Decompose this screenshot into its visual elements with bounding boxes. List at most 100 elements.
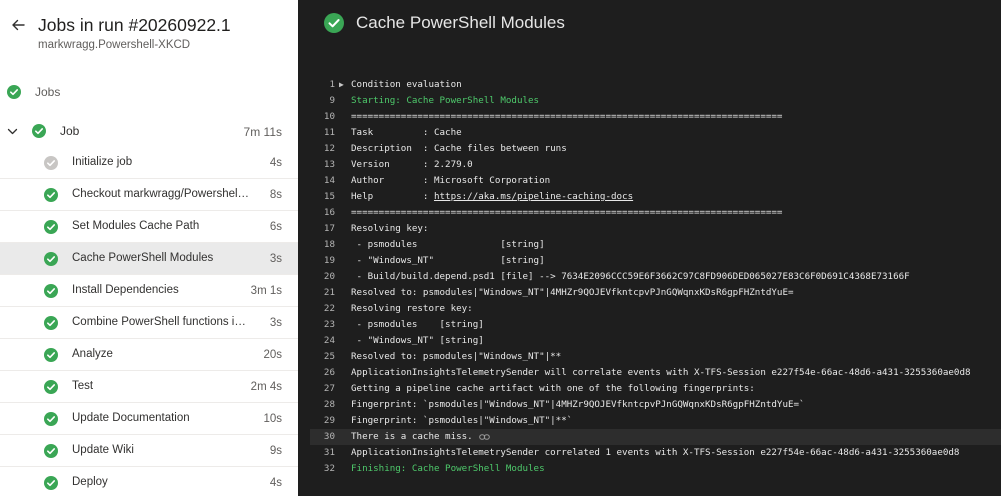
log-line[interactable]: 9 Starting: Cache PowerShell Modules — [310, 93, 1001, 109]
line-number[interactable]: 9 — [310, 93, 335, 109]
log-line[interactable]: 17 Resolving key: — [310, 221, 1001, 237]
back-arrow-icon[interactable] — [9, 16, 27, 34]
log-text: ApplicationInsightsTelemetrySender will … — [351, 365, 971, 381]
step-row[interactable]: Cache PowerShell Modules 3s — [0, 243, 298, 275]
log-line[interactable]: 18 - psmodules [string] — [310, 237, 1001, 253]
line-number[interactable]: 11 — [310, 125, 335, 141]
log-line[interactable]: 19 - "Windows_NT" [string] — [310, 253, 1001, 269]
success-check-icon — [32, 124, 46, 143]
log-text: Resolved to: psmodules|"Windows_NT"|** — [351, 349, 561, 365]
line-number[interactable]: 26 — [310, 365, 335, 381]
line-number[interactable]: 15 — [310, 189, 335, 205]
line-number[interactable]: 32 — [310, 461, 335, 477]
line-number[interactable]: 14 — [310, 173, 335, 189]
log-text: ========================================… — [351, 109, 782, 125]
step-row[interactable]: Update Wiki 9s — [0, 435, 298, 467]
log-line[interactable]: 27 Getting a pipeline cache artifact with… — [310, 381, 1001, 397]
step-row[interactable]: Set Modules Cache Path 6s — [0, 211, 298, 243]
step-name: Analyze — [72, 348, 113, 360]
success-check-icon — [44, 252, 58, 271]
job-row[interactable]: Job 7m 11s — [0, 115, 298, 147]
log-line[interactable]: 26 ApplicationInsightsTelemetrySender wil… — [310, 365, 1001, 381]
help-link[interactable]: https://aka.ms/pipeline-caching-docs — [434, 191, 633, 202]
line-number[interactable]: 24 — [310, 333, 335, 349]
step-row[interactable]: Test 2m 4s — [0, 371, 298, 403]
log-line[interactable]: 30 There is a cache miss. — [310, 429, 1001, 445]
log-line[interactable]: 13 Version : 2.279.0 — [310, 157, 1001, 173]
log-text: Fingerprint: `psmodules|"Windows_NT"|4MH… — [351, 397, 805, 413]
step-row[interactable]: Combine PowerShell functions int... 3s — [0, 307, 298, 339]
log-line[interactable]: 15 Help : https://aka.ms/pipeline-caching… — [310, 189, 1001, 205]
log-text-content: Task : Cache — [351, 127, 462, 138]
line-number[interactable]: 27 — [310, 381, 335, 397]
log-line[interactable]: 11 Task : Cache — [310, 125, 1001, 141]
line-number[interactable]: 21 — [310, 285, 335, 301]
log-line[interactable]: 31 ApplicationInsightsTelemetrySender cor… — [310, 445, 1001, 461]
log-line[interactable]: 1 ▶ Condition evaluation — [310, 77, 1001, 93]
log-line[interactable]: 20 - Build/build.depend.psd1 [file] --> … — [310, 269, 1001, 285]
line-number[interactable]: 20 — [310, 269, 335, 285]
jobs-stage-row[interactable]: Jobs — [0, 76, 298, 108]
log-text: Version : 2.279.0 — [351, 157, 473, 173]
line-number[interactable]: 25 — [310, 349, 335, 365]
log-text-content: ApplicationInsightsTelemetrySender will … — [351, 367, 971, 378]
log-line[interactable]: 29 Fingerprint: `psmodules|"Windows_NT"|*… — [310, 413, 1001, 429]
step-row[interactable]: Checkout markwragg/Powershell-... 8s — [0, 179, 298, 211]
log-text-content: ========================================… — [351, 111, 783, 122]
log-text-content: Author : Microsoft Corporation — [351, 175, 551, 186]
line-number[interactable]: 19 — [310, 253, 335, 269]
log-text-content: Description : Cache files between runs — [351, 143, 567, 154]
step-name: Combine PowerShell functions int... — [72, 316, 250, 328]
log-text-content: - psmodules [string] — [351, 319, 484, 330]
line-number[interactable]: 10 — [310, 109, 335, 125]
step-name: Update Wiki — [72, 444, 134, 456]
line-number[interactable]: 16 — [310, 205, 335, 221]
log-line[interactable]: 32 Finishing: Cache PowerShell Modules — [310, 461, 1001, 477]
log-line[interactable]: 28 Fingerprint: `psmodules|"Windows_NT"|4… — [310, 397, 1001, 413]
expand-triangle-icon[interactable]: ▶ — [339, 77, 344, 93]
step-name: Deploy — [72, 476, 108, 488]
log-line[interactable]: 23 - psmodules [string] — [310, 317, 1001, 333]
line-number[interactable]: 22 — [310, 301, 335, 317]
step-row[interactable]: Analyze 20s — [0, 339, 298, 371]
log-line[interactable]: 22 Resolving restore key: — [310, 301, 1001, 317]
run-title: Jobs in run #20260922.1 — [38, 15, 231, 35]
step-row[interactable]: Initialize job 4s — [0, 147, 298, 179]
jobs-sidebar: Jobs in run #20260922.1 markwragg.Powers… — [0, 0, 298, 496]
success-check-icon — [44, 476, 58, 495]
log-line[interactable]: 16 ======================================… — [310, 205, 1001, 221]
step-duration: 20s — [263, 349, 282, 361]
success-check-icon — [44, 284, 58, 303]
step-name: Initialize job — [72, 156, 133, 168]
log-line[interactable]: 14 Author : Microsoft Corporation — [310, 173, 1001, 189]
line-number[interactable]: 23 — [310, 317, 335, 333]
log-line[interactable]: 24 - "Windows_NT" [string] — [310, 333, 1001, 349]
link-chain-icon[interactable] — [478, 431, 490, 442]
success-check-icon — [324, 13, 344, 38]
line-number[interactable]: 30 — [310, 429, 335, 445]
log-line[interactable]: 10 ======================================… — [310, 109, 1001, 125]
line-number[interactable]: 28 — [310, 397, 335, 413]
log-line[interactable]: 12 Description : Cache files between runs — [310, 141, 1001, 157]
line-number[interactable]: 13 — [310, 157, 335, 173]
log-text: Resolving restore key: — [351, 301, 473, 317]
chevron-down-icon[interactable] — [6, 125, 19, 138]
step-duration: 4s — [269, 157, 282, 169]
line-number[interactable]: 1 — [310, 77, 335, 93]
line-number[interactable]: 31 — [310, 445, 335, 461]
log-text-content: There is a cache miss. — [351, 431, 473, 442]
step-name: Checkout markwragg/Powershell-... — [72, 188, 250, 200]
step-row[interactable]: Update Documentation 10s — [0, 403, 298, 435]
line-number[interactable]: 12 — [310, 141, 335, 157]
log-text: Task : Cache — [351, 125, 462, 141]
log-line[interactable]: 21 Resolved to: psmodules|"Windows_NT"|4M… — [310, 285, 1001, 301]
step-row[interactable]: Deploy 4s — [0, 467, 298, 496]
log-text-content: Version : 2.279.0 — [351, 159, 473, 170]
line-number[interactable]: 17 — [310, 221, 335, 237]
step-row[interactable]: Install Dependencies 3m 1s — [0, 275, 298, 307]
line-number[interactable]: 18 — [310, 237, 335, 253]
line-number[interactable]: 29 — [310, 413, 335, 429]
log-text-content: - psmodules [string] — [351, 239, 545, 250]
log-line[interactable]: 25 Resolved to: psmodules|"Windows_NT"|** — [310, 349, 1001, 365]
log-text: There is a cache miss. — [351, 429, 490, 445]
